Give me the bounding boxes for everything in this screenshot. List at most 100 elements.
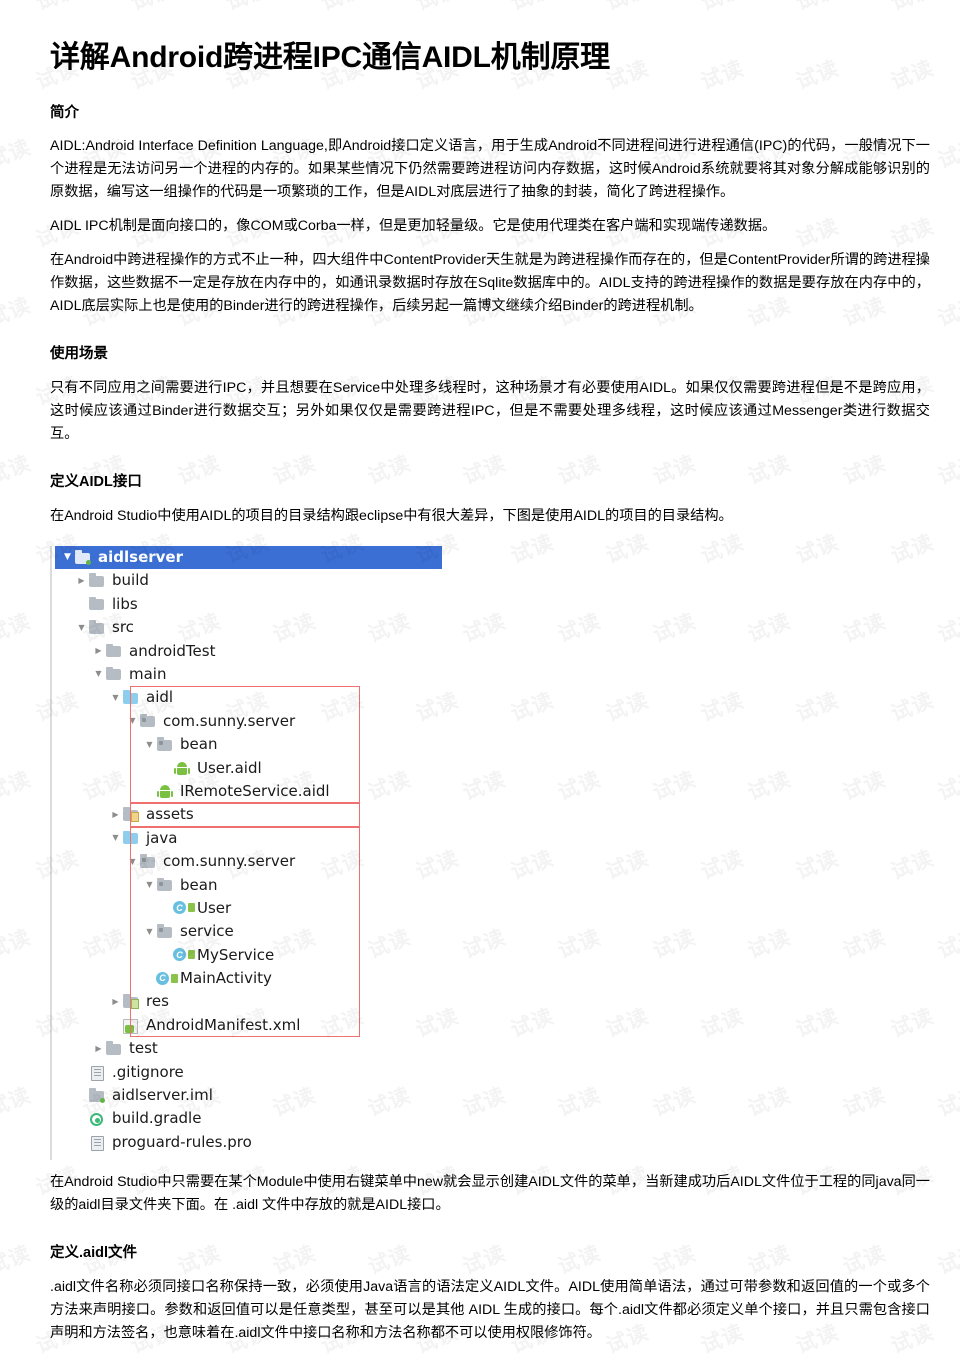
no-chevron-icon: ▶ xyxy=(143,787,156,795)
tree-row[interactable]: ▶ aidlserver.iml xyxy=(52,1084,442,1107)
chevron-down-icon[interactable]: ▼ xyxy=(126,857,139,866)
folder-icon xyxy=(105,643,124,659)
paragraph: AIDL IPC机制是面向接口的，像COM或Corba一样，但是更加轻量级。它是… xyxy=(50,218,777,235)
chevron-down-icon[interactable]: ▼ xyxy=(109,693,122,702)
gradle-icon xyxy=(88,1111,107,1127)
paragraph: 只有不同应用之间需要进行IPC，并且想要在Service中处理多线程时，这种场景… xyxy=(50,380,930,443)
tree-row-label: bean xyxy=(180,735,218,754)
chevron-down-icon[interactable]: ▼ xyxy=(143,740,156,749)
tree-row-label: aidl xyxy=(146,688,174,707)
tree-row-label: MyService xyxy=(197,945,275,964)
no-chevron-icon: ▶ xyxy=(75,600,88,608)
tree-row-label: build.gradle xyxy=(112,1109,202,1128)
heading-define-interface: 定义AIDL接口 xyxy=(50,474,142,491)
chevron-down-icon[interactable]: ▼ xyxy=(109,834,122,842)
chevron-down-icon[interactable]: ▼ xyxy=(61,553,74,562)
tree-row[interactable]: ▼ service xyxy=(52,920,442,943)
tree-row[interactable]: ▼ aidlserver xyxy=(55,545,442,570)
tree-row[interactable]: ▶CMainActivity xyxy=(52,967,442,990)
source-folder-icon xyxy=(122,830,141,846)
tree-row[interactable]: ▼ main xyxy=(52,663,442,686)
tree-row[interactable]: ▼ com.sunny.server xyxy=(52,850,442,873)
tree-row-label: test xyxy=(129,1039,158,1058)
tree-row-label: .gitignore xyxy=(112,1062,184,1081)
chevron-right-icon[interactable]: ▶ xyxy=(92,647,105,655)
heading-intro: 简介 xyxy=(50,104,79,121)
folder-icon xyxy=(88,573,107,589)
tree-row[interactable]: ▶ build xyxy=(52,569,442,592)
java-class-icon: C xyxy=(156,971,178,987)
tree-row[interactable]: ▶CUser xyxy=(52,897,442,920)
section-intro: 简介 AIDL:Android Interface Definition Lan… xyxy=(0,103,960,319)
tree-row[interactable]: ▶ IRemoteService.aidl xyxy=(52,780,442,803)
package-icon xyxy=(156,737,175,753)
tree-row-label: service xyxy=(180,922,234,941)
android-file-icon xyxy=(156,783,175,799)
tree-row[interactable]: ▶ User.aidl xyxy=(52,756,442,779)
chevron-right-icon[interactable]: ▶ xyxy=(109,997,122,1006)
java-class-icon: C xyxy=(173,900,195,916)
tree-row[interactable]: ▶ assets xyxy=(52,803,442,826)
tree-row-label: src xyxy=(112,618,134,637)
tree-row[interactable]: ▼ aidl xyxy=(52,686,442,709)
tree-row-label: com.sunny.server xyxy=(163,852,296,871)
folder-icon xyxy=(88,620,107,636)
tree-row[interactable]: ▶ test xyxy=(52,1037,442,1060)
chevron-down-icon[interactable]: ▼ xyxy=(143,881,156,889)
tree-row[interactable]: ▼ java xyxy=(52,827,442,850)
package-icon xyxy=(156,924,175,940)
tree-row-label: proguard-rules.pro xyxy=(112,1132,252,1151)
java-class-icon: C xyxy=(173,947,195,963)
tree-row-label: assets xyxy=(146,805,194,824)
no-chevron-icon: ▶ xyxy=(75,1068,88,1076)
tree-row[interactable]: ▶ androidTest xyxy=(52,639,442,662)
no-chevron-icon: ▶ xyxy=(75,1092,88,1100)
android-file-icon xyxy=(173,760,192,776)
text-file-icon xyxy=(88,1064,107,1081)
chevron-right-icon[interactable]: ▶ xyxy=(75,576,88,585)
chevron-down-icon[interactable]: ▼ xyxy=(126,717,139,725)
section-usecase: 使用场景 只有不同应用之间需要进行IPC，并且想要在Service中处理多线程时… xyxy=(0,344,960,446)
document-page: 详解Android跨进程IPC通信AIDL机制原理 简介 AIDL:Androi… xyxy=(0,0,960,1345)
tree-row-label: com.sunny.server xyxy=(163,711,296,730)
project-tree-figure: ▼ aidlserver ▶ build ▶ libs ▼ src ▶ androidTest ▼ m… xyxy=(0,545,960,1160)
module-folder-icon xyxy=(88,1088,107,1104)
no-chevron-icon: ▶ xyxy=(75,1138,88,1146)
no-chevron-icon: ▶ xyxy=(160,764,173,772)
tree-row-label: AndroidManifest.xml xyxy=(146,1015,301,1034)
tree-row[interactable]: ▶ proguard-rules.pro xyxy=(52,1131,442,1154)
package-icon xyxy=(139,713,158,729)
chevron-right-icon[interactable]: ▶ xyxy=(92,1044,105,1053)
tree-row[interactable]: ▼ com.sunny.server xyxy=(52,710,442,733)
tree-row[interactable]: ▼ src xyxy=(52,616,442,639)
no-chevron-icon: ▶ xyxy=(109,1021,122,1029)
chevron-right-icon[interactable]: ▶ xyxy=(109,810,122,819)
tree-row-label: aidlserver xyxy=(98,548,183,567)
package-icon xyxy=(156,877,175,893)
folder-icon xyxy=(105,666,124,682)
tree-row-label: androidTest xyxy=(129,641,216,660)
tree-row[interactable]: ▶ AndroidManifest.xml xyxy=(52,1014,442,1037)
file-tree[interactable]: ▼ aidlserver ▶ build ▶ libs ▼ src ▶ androidTest ▼ m… xyxy=(50,545,442,1160)
tree-row-label: libs xyxy=(112,594,138,613)
tree-row[interactable]: ▼ bean xyxy=(52,873,442,896)
tree-row-label: res xyxy=(146,992,169,1011)
tree-row[interactable]: ▶ res xyxy=(52,990,442,1013)
paragraph: 在Android中跨进程操作的方式不止一种，四大组件中ContentProvid… xyxy=(50,252,930,315)
package-icon xyxy=(139,854,158,870)
tree-row[interactable]: ▶ .gitignore xyxy=(52,1060,442,1083)
tree-row[interactable]: ▶ libs xyxy=(52,593,442,616)
tree-row[interactable]: ▼ bean xyxy=(52,733,442,756)
chevron-down-icon[interactable]: ▼ xyxy=(143,927,156,936)
manifest-icon xyxy=(122,1017,141,1035)
tree-row-label: java xyxy=(146,828,178,847)
tree-row[interactable]: ▶CMyService xyxy=(52,943,442,966)
page-title: 详解Android跨进程IPC通信AIDL机制原理 xyxy=(50,41,610,74)
chevron-down-icon[interactable]: ▼ xyxy=(75,623,88,632)
chevron-down-icon[interactable]: ▼ xyxy=(92,670,105,678)
paragraph: 在Android Studio中只需要在某个Module中使用右键菜单中new就… xyxy=(50,1174,930,1213)
no-chevron-icon: ▶ xyxy=(160,904,173,912)
tree-row[interactable]: ▶ build.gradle xyxy=(52,1107,442,1130)
paragraph: .aidl文件名称必须同接口名称保持一致，必须使用Java语言的语法定义AIDL… xyxy=(50,1278,930,1341)
section-after-figure: 在Android Studio中只需要在某个Module中使用右键菜单中new就… xyxy=(0,1171,960,1345)
